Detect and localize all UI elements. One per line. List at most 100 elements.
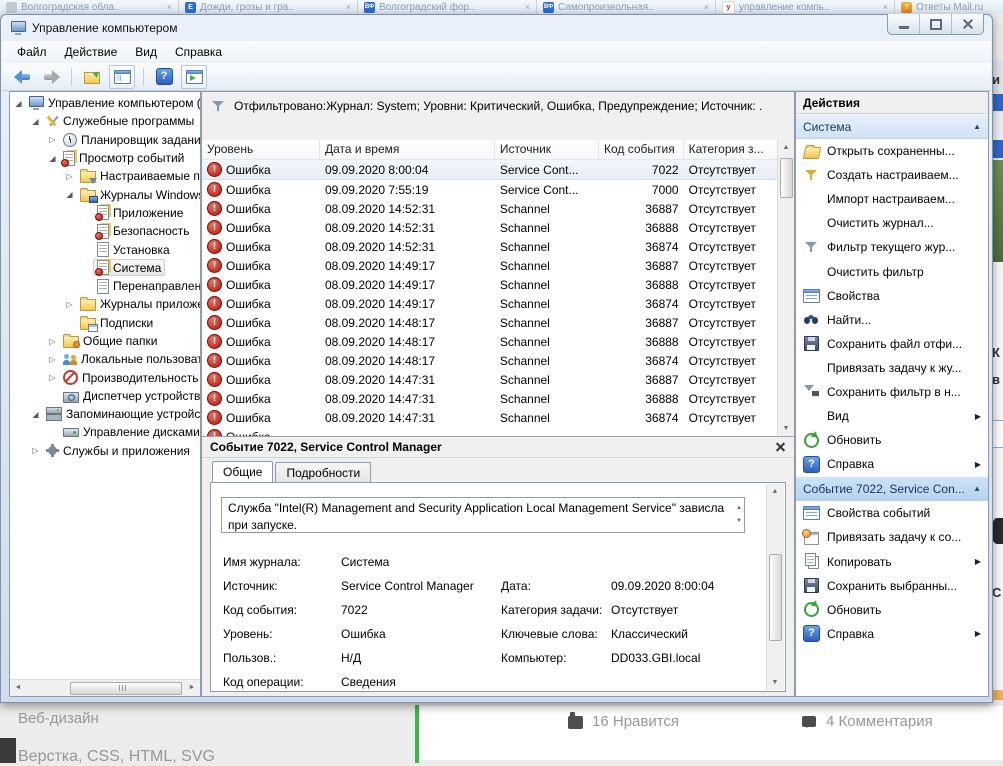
event-row[interactable]: Ошибка08.09.2020 14:52:31Schannel36888От…	[202, 218, 778, 237]
detail-scrollbar[interactable]: ▲ ▼	[766, 484, 784, 690]
scroll-down-icon[interactable]: ▼	[767, 675, 783, 690]
event-row[interactable]: Ошибка09.09.2020 7:55:19Service Cont...7…	[202, 180, 778, 199]
tree-item[interactable]: ◢Запоминающие устройст	[10, 405, 200, 423]
window-titlebar[interactable]: Управление компьютером	[1, 15, 992, 41]
tree-item[interactable]: Безопасность	[10, 222, 200, 240]
expanded-arrow-icon[interactable]: ◢	[29, 410, 42, 419]
tree-item[interactable]: ▷Журналы приложе	[10, 295, 200, 313]
action-item[interactable]: Справка▶	[796, 622, 988, 646]
event-row[interactable]: Ошибка	[202, 427, 778, 436]
action-item[interactable]: Привязать задачу к жу...	[796, 356, 988, 380]
help-button[interactable]	[152, 66, 176, 88]
menu-item[interactable]: Действие	[56, 42, 127, 62]
event-row[interactable]: Ошибка08.09.2020 14:49:17Schannel36888От…	[202, 275, 778, 294]
tree-horizontal-scrollbar[interactable]: ◄ ►	[10, 679, 200, 696]
export-list-button[interactable]	[80, 66, 104, 88]
tree-item[interactable]: ◢Журналы Windows	[10, 185, 200, 203]
detail-scrollbar-thumb[interactable]	[769, 554, 782, 641]
tab-close-icon[interactable]: ×	[346, 2, 351, 12]
collapsed-arrow-icon[interactable]: ▷	[46, 373, 59, 382]
tree-item[interactable]: Перенаправлен	[10, 277, 200, 295]
event-row[interactable]: Ошибка08.09.2020 14:48:17Schannel36874От…	[202, 351, 778, 370]
column-header[interactable]: Категория з...	[684, 140, 778, 159]
menu-item[interactable]: Файл	[8, 42, 56, 62]
action-item[interactable]: Обновить	[796, 428, 988, 452]
collapse-arrow-icon[interactable]: ▲	[973, 122, 981, 131]
action-item[interactable]: Вид▶	[796, 404, 988, 428]
event-list-scrollbar[interactable]: ▲ ▼	[777, 140, 794, 436]
menu-item[interactable]: Справка	[166, 42, 231, 62]
action-item[interactable]: Импорт настраиваем...	[796, 187, 988, 211]
scroll-up-icon[interactable]: ▲	[767, 484, 783, 499]
show-action-pane-button[interactable]	[181, 65, 207, 89]
event-row[interactable]: Ошибка08.09.2020 14:47:31Schannel36874От…	[202, 408, 778, 427]
tree-item[interactable]: ◢Просмотр событий	[10, 149, 200, 167]
desc-scroll-down-icon[interactable]: ▼	[736, 513, 742, 530]
tree-item[interactable]: Приложение	[10, 204, 200, 222]
tree-item[interactable]: ▷Локальные пользовате	[10, 350, 200, 368]
scroll-up-icon[interactable]: ▲	[778, 140, 794, 155]
tree-item[interactable]: ▷Планировщик заданий	[10, 131, 200, 149]
back-button[interactable]	[10, 66, 34, 88]
tree-item[interactable]: ▷Производительность	[10, 368, 200, 386]
tree-item[interactable]: Установка	[10, 240, 200, 258]
tree-item[interactable]: ▷Настраиваемые пр	[10, 167, 200, 185]
collapsed-arrow-icon[interactable]: ▷	[46, 355, 59, 364]
event-row[interactable]: Ошибка08.09.2020 14:48:17Schannel36888От…	[202, 332, 778, 351]
tab-close-icon[interactable]: ×	[704, 2, 709, 12]
tree-item[interactable]: Система	[10, 259, 200, 277]
action-item[interactable]: Справка▶	[796, 452, 988, 476]
action-item[interactable]: Свойства событий	[796, 501, 988, 525]
browser-tab[interactable]: ВФВолгоградский фор..×	[358, 0, 537, 14]
column-header[interactable]: Источник	[495, 140, 599, 159]
tree-item[interactable]: ▷Общие папки	[10, 332, 200, 350]
event-row[interactable]: Ошибка08.09.2020 14:47:31Schannel36887От…	[202, 370, 778, 389]
event-row[interactable]: Ошибка08.09.2020 14:49:17Schannel36887От…	[202, 256, 778, 275]
tab-Подробности[interactable]: Подробности	[275, 462, 371, 484]
collapsed-arrow-icon[interactable]: ▷	[29, 446, 42, 455]
tab-close-icon[interactable]: ×	[167, 2, 172, 12]
column-header[interactable]: Код события	[599, 140, 684, 159]
expanded-arrow-icon[interactable]: ◢	[63, 190, 76, 199]
action-section-header[interactable]: Событие 7022, Service Con...▲	[796, 476, 988, 501]
event-list-scrollbar-thumb[interactable]	[780, 158, 793, 198]
event-row[interactable]: Ошибка08.09.2020 14:48:17Schannel36887От…	[202, 313, 778, 332]
action-item[interactable]: Найти...	[796, 308, 988, 332]
event-row[interactable]: Ошибка09.09.2020 8:00:04Service Cont...7…	[202, 159, 778, 180]
expanded-arrow-icon[interactable]: ◢	[29, 117, 42, 126]
action-item[interactable]: Фильтр текущего жур...	[796, 235, 988, 259]
tree-item[interactable]: Управление дисками	[10, 423, 200, 441]
expanded-arrow-icon[interactable]: ◢	[46, 154, 59, 163]
tree-scrollbar-thumb[interactable]	[70, 682, 182, 695]
action-item[interactable]: Сохранить файл отфи...	[796, 332, 988, 356]
tree-item[interactable]: Диспетчер устройств	[10, 387, 200, 405]
tab-close-icon[interactable]: ×	[525, 2, 530, 12]
collapsed-arrow-icon[interactable]: ▷	[63, 300, 76, 309]
action-item[interactable]: Создать настраиваем...	[796, 163, 988, 187]
event-row[interactable]: Ошибка08.09.2020 14:52:31Schannel36874От…	[202, 237, 778, 256]
action-item[interactable]: Обновить	[796, 598, 988, 622]
collapsed-arrow-icon[interactable]: ▷	[63, 172, 76, 181]
detail-close-icon[interactable]	[775, 442, 786, 453]
tree-item[interactable]: Подписки	[10, 314, 200, 332]
browser-tab[interactable]: ууправление компь..×	[716, 0, 895, 14]
browser-tab[interactable]: ВФСамопроизвольная..×	[537, 0, 716, 14]
collapsed-arrow-icon[interactable]: ▷	[46, 337, 59, 346]
scroll-down-icon[interactable]: ▼	[778, 421, 794, 436]
browser-tab[interactable]: ?Ответы Mail.ru	[895, 0, 1003, 14]
collapsed-arrow-icon[interactable]: ▷	[46, 135, 59, 144]
expanded-arrow-icon[interactable]: ◢	[12, 99, 25, 108]
scroll-right-icon[interactable]: ►	[184, 680, 200, 695]
menu-item[interactable]: Вид	[126, 42, 166, 62]
action-item[interactable]: Открыть сохраненны...	[796, 139, 988, 163]
scroll-left-icon[interactable]: ◄	[10, 680, 26, 695]
forward-button[interactable]	[39, 66, 63, 88]
action-item[interactable]: Копировать▶	[796, 550, 988, 574]
event-row[interactable]: Ошибка08.09.2020 14:47:31Schannel36888От…	[202, 389, 778, 408]
event-description-box[interactable]: Служба "Intel(R) Management and Security…	[221, 497, 745, 533]
tree-item[interactable]: ◢Управление компьютером (л	[10, 94, 200, 112]
action-item[interactable]: Очистить журнал...	[796, 211, 988, 235]
action-item[interactable]: Сохранить фильтр в н...	[796, 380, 988, 404]
tree-item[interactable]: ▷Службы и приложения	[10, 442, 200, 460]
collapse-arrow-icon[interactable]: ▲	[973, 484, 981, 493]
